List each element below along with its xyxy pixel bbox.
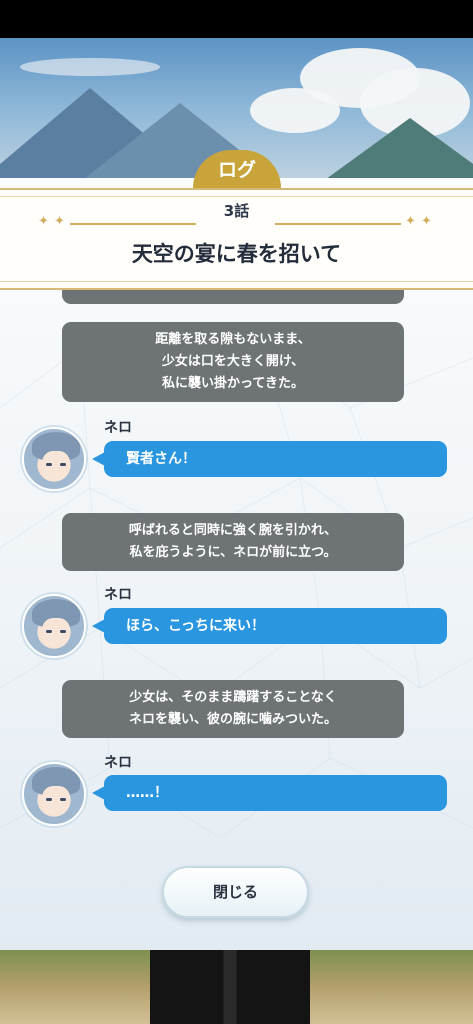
dialogue-bubble: ……！ <box>92 775 447 811</box>
character-figure <box>150 948 310 1024</box>
dialogue-text: ……！ <box>126 785 168 801</box>
header-line-top <box>0 196 473 197</box>
nero-portrait-icon <box>22 594 86 658</box>
right-ornament: ✦ ✦ <box>275 214 435 230</box>
narration-line: 少女は、そのまま躊躇することなく <box>129 690 337 705</box>
chapter-title: 天空の宴に春を招いて <box>131 242 342 266</box>
star-ornament-icon: ✦ <box>405 214 416 229</box>
nero-portrait-icon <box>22 427 86 491</box>
narration-box: 呼ばれると同時に強く腕を引かれ、 私を庇うように、ネロが前に立つ。 <box>62 513 404 571</box>
log-tab-label: ログ <box>217 159 256 181</box>
star-ornament-icon: ✦ <box>38 214 49 229</box>
speaker-name: ネロ <box>104 420 132 436</box>
narration-line: 私を庇うように、ネロが前に立つ。 <box>129 545 337 560</box>
dialogue-bubble: 賢者さん！ <box>92 441 447 477</box>
dialogue-bubble: ほら、こっちに来い！ <box>92 608 447 644</box>
narration-box: 距離を取る隙もないまま、 少女は口を大きく開け、 私に襲い掛かってきた。 <box>62 322 404 402</box>
narration-box-partial <box>62 290 404 304</box>
narration-line: 少女は口を大きく開け、 <box>161 354 305 369</box>
star-ornament-icon: ✦ <box>421 214 432 229</box>
speaker-name: ネロ <box>104 587 132 603</box>
left-ornament: ✦ ✦ <box>38 214 198 230</box>
narration-line: 距離を取る隙もないまま、 <box>155 332 311 347</box>
narration-line: 呼ばれると同時に強く腕を引かれ、 <box>128 523 338 538</box>
speaker-name: ネロ <box>104 755 132 771</box>
nero-portrait-icon <box>22 762 86 826</box>
close-button[interactable]: 閉じる <box>162 866 309 918</box>
status-bar <box>0 0 473 38</box>
dialogue-text: ほら、こっちに来い！ <box>126 618 266 634</box>
narration-line: 私に襲い掛かってきた。 <box>162 376 304 391</box>
star-ornament-icon: ✦ <box>54 214 65 229</box>
header-line-bottom <box>0 281 473 282</box>
dialogue-text: 賢者さん！ <box>126 451 196 467</box>
narration-line: ネロを襲い、彼の腕に噛みついた。 <box>128 712 337 727</box>
narration-box: 少女は、そのまま躊躇することなく ネロを襲い、彼の腕に噛みついた。 <box>62 680 404 738</box>
